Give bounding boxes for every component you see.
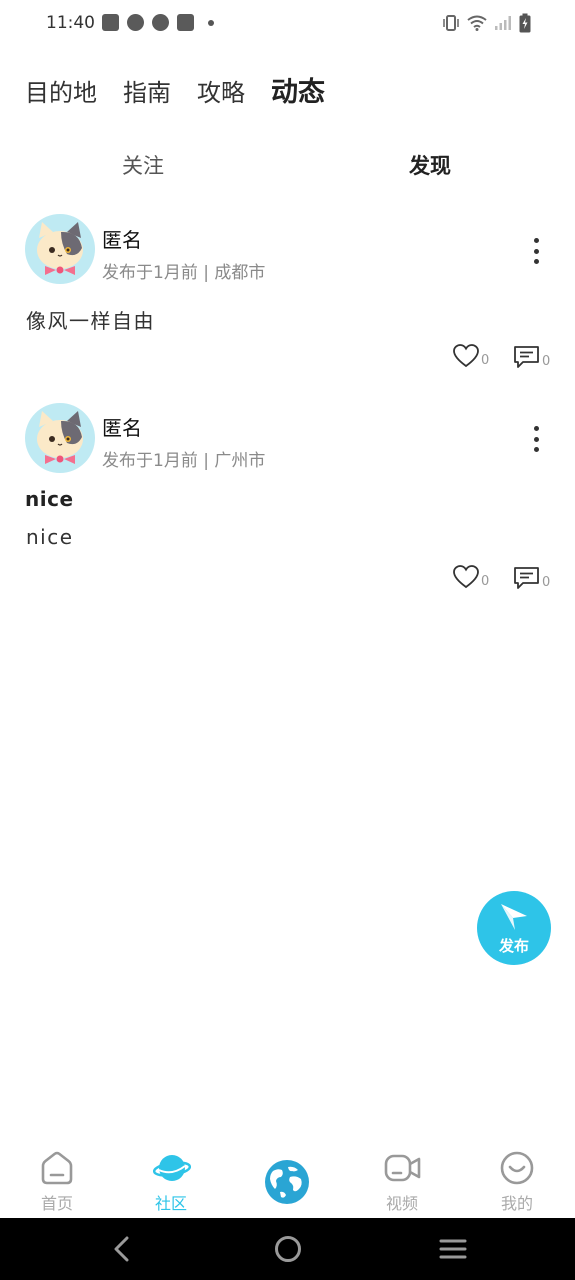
status-notification-icons: [102, 14, 214, 31]
post-author[interactable]: 匿名: [102, 412, 142, 441]
cat-avatar-icon: [37, 222, 83, 275]
more-options-button[interactable]: [529, 238, 543, 264]
comment-count: 0: [542, 575, 551, 590]
globe-icon: [265, 1160, 309, 1204]
top-nav: 目的地 指南 攻略 动态: [25, 70, 325, 109]
status-system-icons: [442, 13, 531, 33]
tab-label: 我的: [500, 1194, 533, 1213]
post-title: nice: [25, 487, 74, 511]
publish-label: 发布: [498, 937, 529, 955]
subtab-follow[interactable]: 关注: [122, 150, 164, 180]
comment-icon: [514, 567, 539, 589]
system-nav-bar: [0, 1218, 575, 1280]
shopping-bag-icon: [102, 14, 119, 31]
wifi-icon: [467, 15, 487, 31]
avatar[interactable]: [25, 214, 95, 284]
tab-label: 视频: [385, 1194, 418, 1213]
post-content: 像风一样自由: [26, 309, 155, 333]
post-meta: 发布于1月前 | 成都市: [102, 263, 266, 283]
gauge-icon: [152, 14, 169, 31]
post-card[interactable]: 匿名 发布于1月前 | 成都市 像风一样自由 0 0: [0, 214, 575, 374]
comment-button[interactable]: 0: [513, 345, 550, 369]
battery-charging-icon: [519, 13, 531, 33]
signal-icon: [495, 16, 511, 30]
subtab-discover[interactable]: 发现: [409, 150, 451, 180]
dot-icon: [208, 19, 214, 26]
post-content: nice: [26, 525, 74, 549]
like-button[interactable]: 0: [453, 344, 489, 368]
tab-guide[interactable]: 指南: [123, 73, 171, 108]
comment-icon: [514, 346, 539, 368]
heart-icon: [453, 344, 479, 368]
bottom-tab-bar: 首页 社区 视频 我的: [0, 1140, 575, 1218]
publish-button[interactable]: 发布: [477, 891, 551, 965]
menu-icon[interactable]: [439, 1234, 467, 1264]
post-author[interactable]: 匿名: [102, 224, 142, 253]
gauge-icon: [127, 14, 144, 31]
like-button[interactable]: 0: [453, 565, 489, 589]
tab-label: 首页: [40, 1194, 73, 1213]
more-options-button[interactable]: [529, 426, 543, 452]
status-bar: 11:40: [0, 0, 575, 46]
tab-home[interactable]: 首页: [17, 1150, 97, 1216]
back-icon[interactable]: [110, 1234, 134, 1264]
home-circle-icon[interactable]: [273, 1234, 303, 1264]
tab-video[interactable]: 视频: [362, 1150, 442, 1216]
cat-avatar-icon: [37, 411, 83, 464]
smile-icon: [500, 1151, 534, 1185]
tab-community[interactable]: 社区: [131, 1150, 211, 1216]
tab-moments[interactable]: 动态: [271, 70, 325, 109]
more-dot: [533, 426, 539, 431]
home-icon: [41, 1151, 73, 1185]
more-dot: [533, 447, 539, 452]
like-count: 0: [481, 353, 490, 368]
like-count: 0: [481, 574, 490, 589]
video-camera-icon: [384, 1154, 421, 1182]
heart-icon: [453, 565, 479, 589]
tab-globe[interactable]: [247, 1150, 327, 1216]
post-meta: 发布于1月前 | 广州市: [102, 451, 266, 471]
tab-destination[interactable]: 目的地: [25, 73, 97, 108]
shopping-bag-icon: [177, 14, 194, 31]
more-dot: [533, 248, 539, 254]
comment-count: 0: [542, 354, 551, 369]
more-dot: [533, 436, 539, 442]
avatar[interactable]: [25, 403, 95, 473]
post-card[interactable]: 匿名 发布于1月前 | 广州市 nice nice 0 0: [0, 403, 575, 593]
comment-button[interactable]: 0: [513, 566, 550, 590]
status-time: 11:40: [46, 13, 95, 33]
paper-plane-icon: [501, 904, 527, 930]
vibrate-icon: [443, 15, 459, 31]
more-dot: [533, 259, 539, 264]
planet-icon: [153, 1155, 191, 1181]
more-dot: [533, 238, 539, 243]
tab-profile[interactable]: 我的: [477, 1150, 557, 1216]
tab-strategy[interactable]: 攻略: [197, 73, 245, 108]
tab-label: 社区: [154, 1194, 187, 1213]
